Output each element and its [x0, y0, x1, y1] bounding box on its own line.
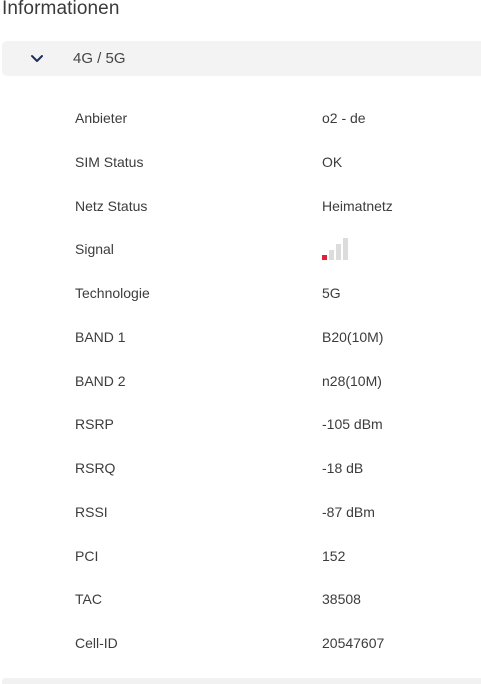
signal-bar: [329, 250, 334, 260]
info-row-sim-status: SIM Status OK: [0, 140, 481, 184]
info-row-pci: PCI 152: [0, 534, 481, 578]
info-row-signal: Signal: [0, 227, 481, 271]
row-label: Cell-ID: [75, 635, 118, 651]
row-value: 152: [322, 547, 346, 564]
info-row-tac: TAC 38508: [0, 577, 481, 621]
next-section-header[interactable]: [2, 678, 481, 684]
info-row-anbieter: Anbieter o2 - de: [0, 96, 481, 140]
row-value: o2 - de: [322, 110, 366, 126]
row-label: RSRQ: [75, 460, 116, 476]
row-value: -87 dBm: [322, 503, 375, 520]
info-row-rsrq: RSRQ -18 dB: [0, 446, 481, 490]
info-row-cell-id: Cell-ID 20547607: [0, 621, 481, 665]
row-value: 20547607: [322, 635, 385, 651]
row-label: Anbieter: [75, 110, 128, 126]
row-label: PCI: [75, 547, 99, 564]
row-label: RSRP: [75, 416, 114, 433]
signal-bar: [343, 238, 348, 260]
info-table: Anbieter o2 - de SIM Status OK Netz Stat…: [0, 96, 481, 665]
chevron-down-icon: [31, 55, 43, 62]
info-row-rsrp: RSRP -105 dBm: [0, 402, 481, 446]
row-value: -18 dB: [322, 460, 364, 476]
page-title: Informationen: [2, 0, 120, 19]
row-label: BAND 2: [75, 372, 126, 389]
signal-bars-icon: [322, 238, 348, 260]
info-row-technologie: Technologie 5G: [0, 271, 481, 315]
row-value: 38508: [322, 591, 361, 608]
signal-bar: [322, 255, 327, 260]
info-row-band-1: BAND 1 B20(10M): [0, 315, 481, 359]
row-value: n28(10M): [322, 372, 382, 389]
signal-bar: [336, 244, 341, 260]
row-label: Netz Status: [75, 197, 148, 214]
section-header-4g5g[interactable]: 4G / 5G: [2, 41, 481, 76]
info-row-band-2: BAND 2 n28(10M): [0, 359, 481, 403]
row-value: -105 dBm: [322, 416, 383, 433]
row-label: RSSI: [75, 503, 108, 520]
row-value: 5G: [322, 285, 341, 301]
row-label: BAND 1: [75, 328, 126, 345]
row-value: Heimatnetz: [322, 197, 393, 214]
row-label: Signal: [75, 241, 114, 258]
row-label: SIM Status: [75, 153, 144, 170]
info-row-rssi: RSSI -87 dBm: [0, 490, 481, 534]
section-title: 4G / 5G: [73, 50, 126, 67]
row-value: B20(10M): [322, 328, 384, 345]
info-row-netz-status: Netz Status Heimatnetz: [0, 184, 481, 228]
row-value: OK: [322, 153, 343, 170]
row-label: TAC: [75, 591, 102, 608]
row-label: Technologie: [75, 285, 150, 301]
